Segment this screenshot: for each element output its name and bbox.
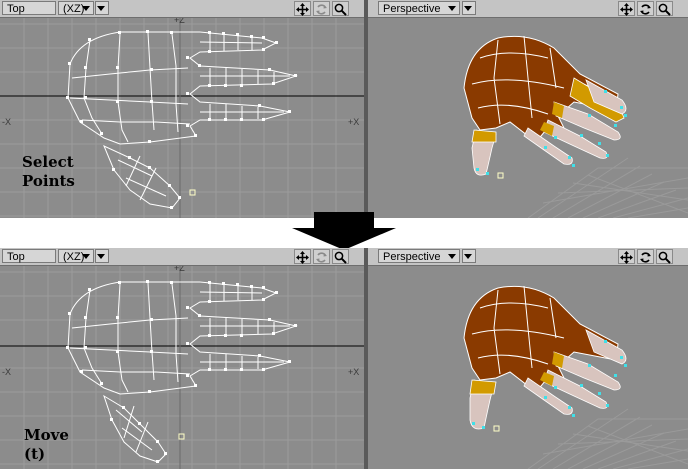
view-type-dropdown[interactable]: Top: [2, 1, 56, 15]
rotate-icon: [640, 4, 651, 15]
panel-before: Top (XZ) +Z -X +X Select Points Perspect…: [0, 0, 688, 218]
dropdown-arrow-icon: [97, 6, 105, 11]
minus-x-label: -X: [2, 117, 11, 127]
rotate-view-button[interactable]: [313, 1, 330, 16]
axis-dropdown[interactable]: (XZ): [58, 249, 94, 263]
view-type-dropdown[interactable]: Top: [2, 249, 56, 263]
move-view-button[interactable]: [294, 1, 311, 16]
zoom-view-button[interactable]: [332, 1, 349, 16]
perspective-canvas[interactable]: [368, 266, 688, 469]
step-separator: [0, 212, 688, 250]
dropdown-arrow-icon: [448, 6, 456, 11]
rotate-view-button[interactable]: [637, 1, 654, 16]
ground-grid: [527, 408, 688, 469]
plus-z-label: +Z: [174, 266, 185, 273]
zoom-view-button[interactable]: [332, 249, 349, 264]
top-viewport[interactable]: Top (XZ) +Z -X +X: [0, 0, 364, 218]
viewport-toolbar: Top (XZ): [0, 0, 364, 18]
mesh-points: [66, 280, 297, 463]
selected-point-marker: [497, 172, 504, 179]
perspective-viewport[interactable]: Perspective: [368, 248, 688, 469]
rotate-icon: [640, 252, 651, 263]
rotate-view-button[interactable]: [637, 249, 654, 264]
dropdown-arrow-icon: [82, 254, 90, 259]
render-mode-dropdown[interactable]: [462, 249, 476, 263]
zoom-icon: [658, 3, 671, 16]
render-mode-dropdown[interactable]: [95, 249, 109, 263]
plus-x-label: +X: [348, 117, 359, 127]
zoom-view-button[interactable]: [656, 249, 673, 264]
step-caption: Select Points: [22, 153, 75, 190]
move-icon: [620, 251, 633, 264]
perspective-viewport[interactable]: Perspective: [368, 0, 688, 218]
viewport-toolbar: Perspective: [368, 0, 688, 18]
step-caption: Move (t): [24, 426, 69, 463]
move-icon: [296, 3, 309, 16]
view-type-dropdown[interactable]: Perspective: [378, 1, 460, 15]
rotate-icon: [316, 4, 327, 15]
view-type-dropdown[interactable]: Perspective: [378, 249, 460, 263]
render-mode-dropdown[interactable]: [95, 1, 109, 15]
selected-point-marker: [493, 425, 500, 432]
dropdown-arrow-icon: [97, 254, 105, 259]
viewport-toolbar: Perspective: [368, 248, 688, 266]
move-icon: [296, 251, 309, 264]
zoom-icon: [658, 251, 671, 264]
hand-model: [463, 35, 627, 179]
move-icon: [620, 3, 633, 16]
dropdown-arrow-icon: [82, 6, 90, 11]
hand-model: [463, 285, 627, 432]
panel-after: Top (XZ) +Z -X +X Move (t) Perspective: [0, 248, 688, 469]
rotate-view-button[interactable]: [313, 249, 330, 264]
plus-z-label: +Z: [174, 18, 185, 25]
ground-grid: [527, 157, 688, 218]
minus-x-label: -X: [2, 367, 11, 377]
axis-dropdown[interactable]: (XZ): [58, 1, 94, 15]
hand-wireframe: [67, 281, 298, 463]
rotate-icon: [316, 252, 327, 263]
zoom-icon: [334, 3, 347, 16]
perspective-canvas[interactable]: [368, 18, 688, 218]
move-view-button[interactable]: [294, 249, 311, 264]
down-arrow-icon: [292, 212, 396, 250]
dropdown-arrow-icon: [464, 254, 472, 259]
plus-x-label: +X: [348, 367, 359, 377]
move-view-button[interactable]: [618, 1, 635, 16]
render-mode-dropdown[interactable]: [462, 1, 476, 15]
viewport-toolbar: Top (XZ): [0, 248, 364, 266]
dropdown-arrow-icon: [464, 6, 472, 11]
move-view-button[interactable]: [618, 249, 635, 264]
dropdown-arrow-icon: [448, 254, 456, 259]
top-viewport[interactable]: Top (XZ) +Z -X +X: [0, 248, 364, 469]
zoom-icon: [334, 251, 347, 264]
zoom-view-button[interactable]: [656, 1, 673, 16]
